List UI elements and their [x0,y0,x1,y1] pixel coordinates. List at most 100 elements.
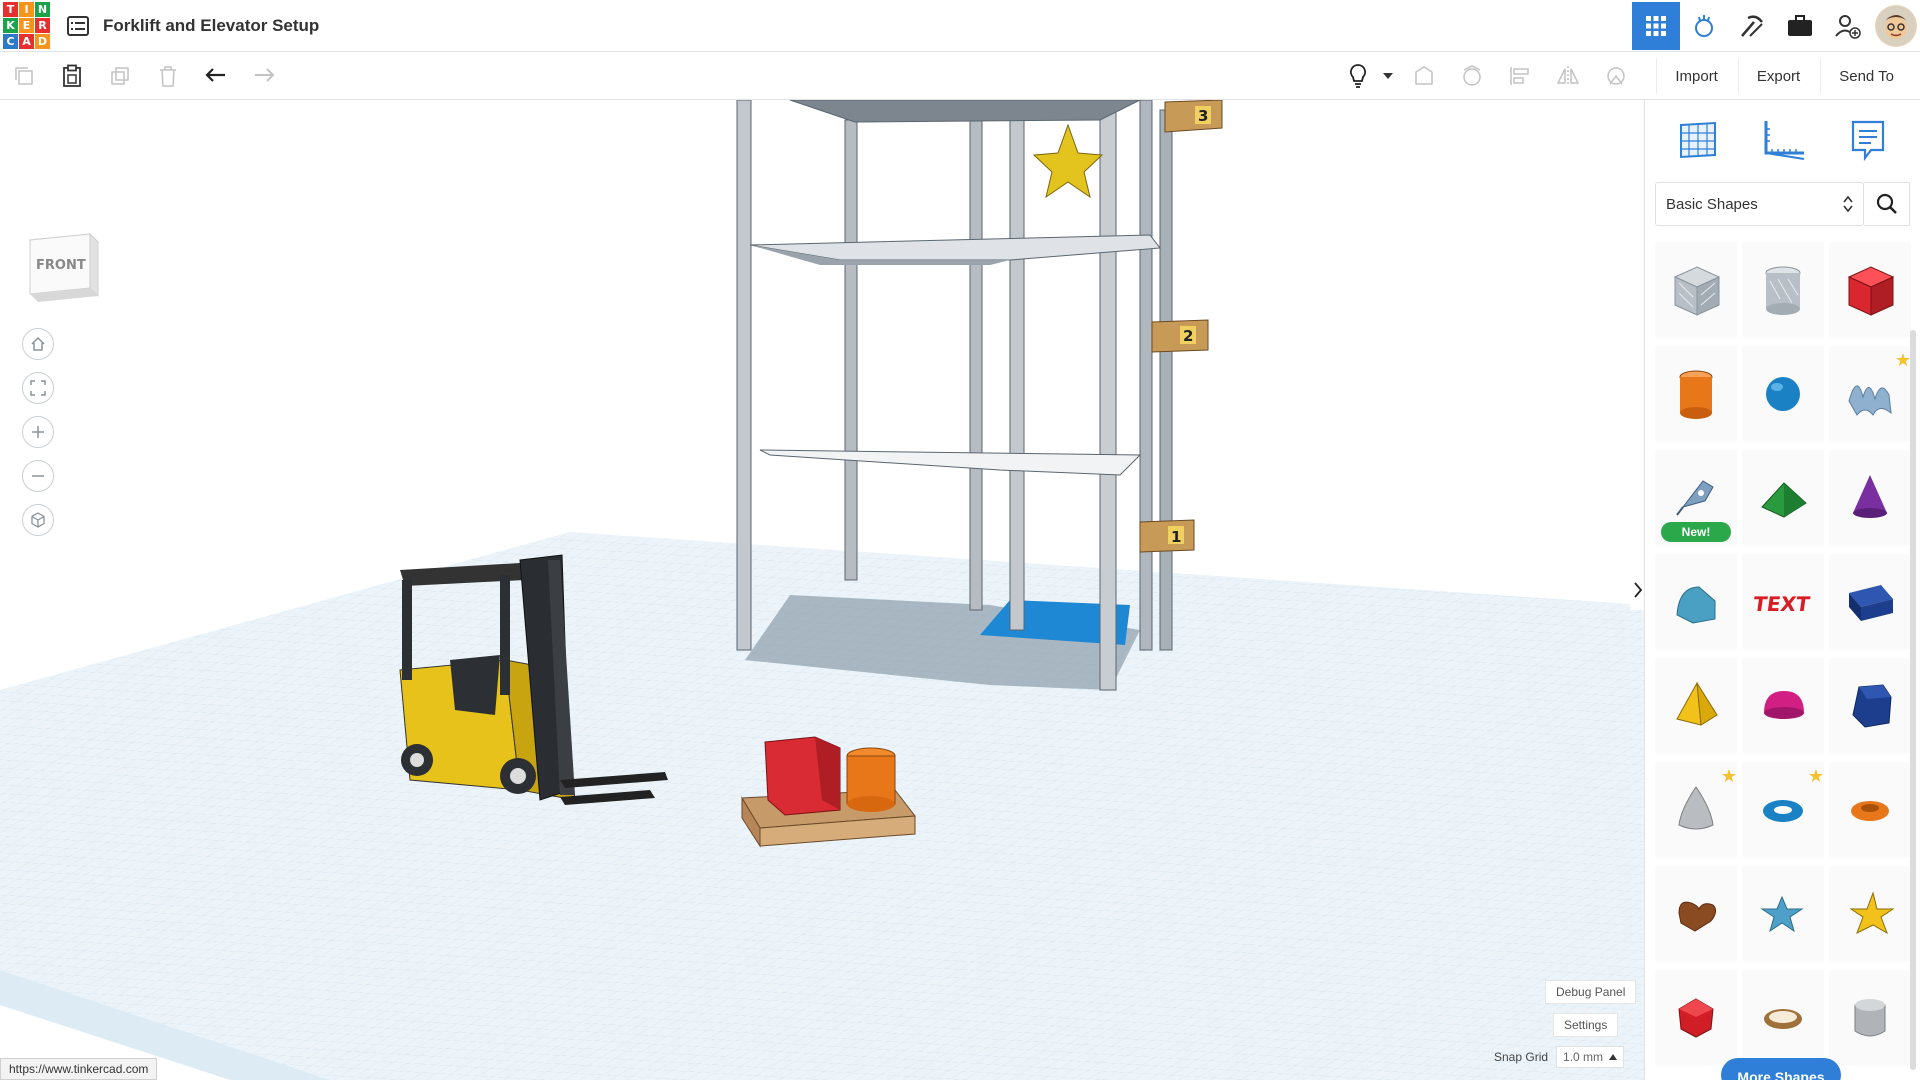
delete-icon[interactable] [144,52,192,100]
shelf-level-1 [759,449,1142,476]
sphere-icon [1766,377,1800,411]
zoom-in-icon[interactable] [22,416,54,448]
grid-view-icon[interactable] [1632,2,1680,50]
settings-button[interactable]: Settings [1553,1013,1619,1037]
tinkercad-logo[interactable]: TIN KER CAD [3,1,51,50]
ortho-view-icon[interactable] [22,504,54,536]
shape-gray-cylinder[interactable] [1829,970,1911,1066]
logo-letter: N [35,1,50,17]
box-hole-icon [1673,266,1721,316]
shape-text[interactable]: TEXT [1742,554,1824,650]
3d-scene: 3 2 1 [0,100,1644,1080]
logo-letter: C [3,33,18,49]
shape-box[interactable] [1829,242,1911,338]
shape-ring[interactable] [1742,970,1824,1066]
edit-toolbar: Import Export Send To [0,52,1920,100]
shape-roof[interactable] [1742,450,1824,546]
shape-half-sphere[interactable] [1742,658,1824,754]
snap-grid-select[interactable]: 1.0 mm [1556,1046,1625,1068]
import-button[interactable]: Import [1656,58,1736,94]
duplicate-icon[interactable] [96,52,144,100]
shape-box-hole[interactable] [1655,242,1737,338]
shape-cone[interactable] [1829,450,1911,546]
paste-icon[interactable] [48,52,96,100]
shape-icosahedron[interactable] [1655,970,1737,1066]
new-badge: New! [1661,522,1731,542]
half-sphere-icon [1764,691,1804,719]
project-title[interactable]: Forklift and Elevator Setup [103,16,319,36]
shape-solid-icon[interactable] [1400,52,1448,100]
debug-panel-button[interactable]: Debug Panel [1545,980,1637,1004]
group-icon[interactable] [1592,52,1640,100]
panel-tabs [1645,100,1920,180]
user-avatar[interactable] [1875,5,1917,47]
shape-pyramid[interactable] [1655,658,1737,754]
favorite-star-icon: ★ [1720,766,1737,786]
cylinder-hole-icon [1765,266,1801,315]
tinker-lab-icon[interactable] [1680,2,1728,50]
undo-icon[interactable] [192,52,240,100]
shape-round-roof[interactable] [1655,554,1737,650]
shape-sphere[interactable] [1742,346,1824,442]
snap-grid-value: 1.0 mm [1563,1050,1604,1064]
shape-cylinder-hole[interactable] [1742,242,1824,338]
redo-icon[interactable] [240,52,288,100]
shape-paraboloid[interactable]: ★ [1655,762,1737,858]
copy-icon[interactable] [0,52,48,100]
shape-star[interactable] [1742,866,1824,962]
send-to-button[interactable]: Send To [1820,58,1912,94]
notes-tool-icon[interactable] [1842,114,1894,166]
fit-view-icon[interactable] [22,372,54,404]
floor-sign-1: 1 [1139,519,1195,553]
logo-letter: A [19,33,34,49]
gold-star [1032,123,1104,199]
shape-hole-icon[interactable] [1448,52,1496,100]
round-roof-icon [1676,586,1716,624]
star-yellow-icon [1849,891,1895,935]
shape-sketch[interactable]: New! [1655,450,1737,546]
workplane-canvas[interactable]: 3 2 1 FRONT [0,100,1644,1080]
home-view-icon[interactable] [22,328,54,360]
header-actions [1632,0,1920,52]
shape-scribble[interactable]: ★ [1829,346,1911,442]
cone-icon [1853,475,1887,518]
logo-letter: R [35,17,50,33]
shape-polygon[interactable] [1829,658,1911,754]
lightbulb-icon[interactable] [1340,52,1376,100]
torus-icon [1763,800,1803,822]
shape-shape-generator-box[interactable] [1829,554,1911,650]
design-list-icon[interactable] [63,11,93,41]
ruler-tool-icon[interactable] [1757,114,1809,166]
briefcase-icon[interactable] [1776,2,1824,50]
icosahedron-icon [1678,998,1714,1038]
caret-down-icon[interactable] [1376,52,1400,100]
panel-scrollbar[interactable] [1910,330,1916,1070]
workplane-tool-icon[interactable] [1672,114,1724,166]
add-user-icon[interactable] [1824,2,1872,50]
mirror-icon[interactable] [1544,52,1592,100]
shape-cylinder[interactable] [1655,346,1737,442]
zoom-out-icon[interactable] [22,460,54,492]
floor-sign-3-text: 3 [1198,107,1208,125]
shape-category-select[interactable]: Basic Shapes [1655,182,1864,226]
shape-grid: ★ New! TEXT ★ ★ [1655,242,1920,1066]
more-shapes-button[interactable]: More Shapes [1721,1058,1841,1080]
view-cube[interactable]: FRONT [26,230,100,304]
text-icon: TEXT [1752,592,1812,616]
shape-category-row: Basic Shapes [1655,180,1910,228]
logo-letter: E [19,17,34,33]
scribble-icon [1848,385,1892,416]
floor-sign-2-text: 2 [1183,327,1193,345]
pallet-with-cargo [741,736,916,848]
sketch-icon [1676,480,1714,516]
export-button[interactable]: Export [1737,58,1818,94]
updown-caret-icon [1843,196,1853,212]
shape-search-icon[interactable] [1864,182,1910,226]
floor-sign-1-text: 1 [1171,528,1181,546]
shape-tube[interactable] [1829,762,1911,858]
shape-heart[interactable] [1655,866,1737,962]
shape-torus[interactable]: ★ [1742,762,1824,858]
align-icon[interactable] [1496,52,1544,100]
shape-star-yellow[interactable] [1829,866,1911,962]
hammer-pick-icon[interactable] [1728,2,1776,50]
